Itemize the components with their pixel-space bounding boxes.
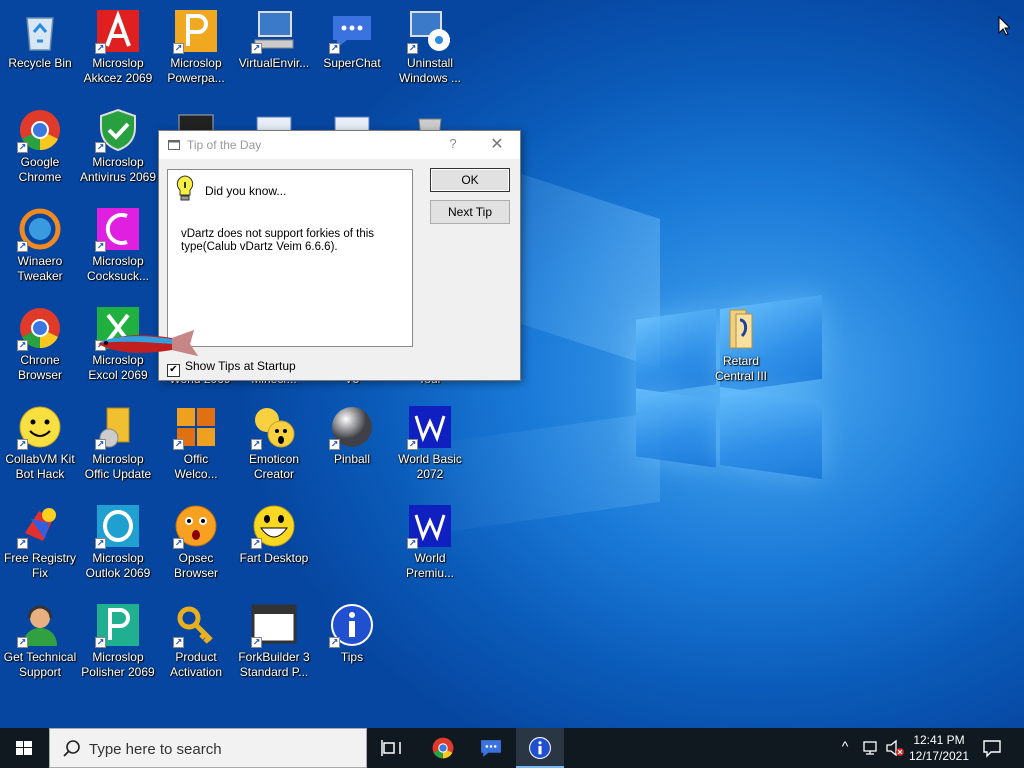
desktop-icon-virtualenvir[interactable]: ↗ VirtualEnvir... <box>234 4 314 102</box>
search-placeholder: Type here to search <box>89 741 222 758</box>
taskbar-superchat[interactable] <box>467 728 515 768</box>
mouse-cursor-icon <box>998 16 1010 36</box>
desktop-icon-uninstall[interactable]: ↗ Uninstall Windows ... <box>390 4 470 102</box>
desktop-icon-emoticon-creator[interactable]: ↗ Emoticon Creator <box>234 400 314 498</box>
grin-icon: ↗ <box>251 503 297 549</box>
close-button[interactable]: ✕ <box>486 134 508 156</box>
windows-start-icon <box>16 741 32 755</box>
tray-overflow-chevron[interactable]: ^ <box>836 738 854 754</box>
desktop-icon-opsec-browser[interactable]: ↗ Opsec Browser <box>156 499 236 597</box>
desktop-icon-recycle-bin[interactable]: Recycle Bin <box>0 4 80 102</box>
desktop-icon-google-chrome[interactable]: ↗ Google Chrome <box>0 103 80 201</box>
desktop-icon-pinball[interactable]: ↗ Pinball <box>312 400 392 498</box>
winaero-icon: ↗ <box>17 206 63 252</box>
desktop-icon-offic-welcome[interactable]: ↗ Offic Welco... <box>156 400 236 498</box>
tip-text: vDartz does not support forkies of this … <box>181 228 375 253</box>
clock-date: 12/17/2021 <box>908 749 970 763</box>
show-tips-label: Show Tips at Startup <box>185 359 296 373</box>
uninstall-icon: ↗ <box>407 8 453 54</box>
desktop-icon-product-activation[interactable]: ↗ Product Activation <box>156 598 236 696</box>
outlook-icon: ↗ <box>95 503 141 549</box>
notifications-icon[interactable] <box>982 738 1002 758</box>
info-icon <box>529 737 551 759</box>
desktop-icon-tech-support[interactable]: ↗ Get Technical Support <box>0 598 80 696</box>
next-tip-button[interactable]: Next Tip <box>430 200 510 224</box>
chat-icon <box>481 740 501 757</box>
desktop-icon-world-basic[interactable]: ↗ World Basic 2072 <box>390 400 470 498</box>
key-icon: ↗ <box>173 602 219 648</box>
smiley-icon: ↗ <box>17 404 63 450</box>
tip-panel: Did you know... vDartz does not support … <box>167 169 413 347</box>
computer-icon: ↗ <box>251 8 297 54</box>
opsec-icon: ↗ <box>173 503 219 549</box>
publisher-icon: ↗ <box>95 602 141 648</box>
did-you-know-heading: Did you know... <box>205 184 287 198</box>
start-button[interactable] <box>0 728 48 768</box>
search-icon <box>63 740 80 757</box>
task-view-button[interactable] <box>368 728 416 768</box>
task-view-icon <box>381 740 401 756</box>
word-icon: ↗ <box>407 503 453 549</box>
desktop-icon-superchat[interactable]: ↗ SuperChat <box>312 4 392 102</box>
help-button[interactable]: ? <box>445 136 461 152</box>
office-icon: ↗ <box>173 404 219 450</box>
support-icon: ↗ <box>17 602 63 648</box>
desktop-icon-retard-central[interactable]: Retard Central III <box>701 302 781 400</box>
desktop-icon-office-update[interactable]: ↗ Microslop Offic Update <box>78 400 158 498</box>
show-tips-checkbox[interactable]: ✔ Show Tips at Startup <box>167 359 296 377</box>
desktop-icon-access[interactable]: ↗ Microslop Akkcez 2069 <box>78 4 158 102</box>
recycle-bin-icon <box>17 8 63 54</box>
info-icon: ↗ <box>329 602 375 648</box>
fish-icon <box>98 330 198 356</box>
pinball-icon: ↗ <box>329 404 375 450</box>
office-update-icon: ↗ <box>95 404 141 450</box>
desktop-icon-polisher[interactable]: ↗ Microslop Polisher 2069 <box>78 598 158 696</box>
desktop-icon-powerpoint[interactable]: ↗ Microslop Powerpa... <box>156 4 236 102</box>
desktop-icon-antivirus[interactable]: ↗ Microslop Antivirus 2069 <box>78 103 158 201</box>
taskbar-tips-active[interactable] <box>516 728 564 768</box>
search-box[interactable]: Type here to search <box>49 728 367 768</box>
chrome-icon <box>432 737 454 759</box>
desktop-icon-winaero[interactable]: ↗ Winaero Tweaker <box>0 202 80 300</box>
tip-of-the-day-dialog[interactable]: Tip of the Day ? ✕ Did you know... vDart… <box>158 130 521 381</box>
pink-app-icon: ↗ <box>95 206 141 252</box>
desktop-icon-world-premium[interactable]: ↗ World Premiu... <box>390 499 470 597</box>
desktop-icon-chrone[interactable]: ↗ Chrone Browser <box>0 301 80 399</box>
desktop[interactable]: World 2069 Minecr... V3 Tour Recycle Bin… <box>0 0 1024 728</box>
window-icon: ↗ <box>251 602 297 648</box>
window-app-icon <box>168 140 180 150</box>
chrome-icon: ↗ <box>17 305 63 351</box>
checkbox-checked-icon[interactable]: ✔ <box>167 364 180 377</box>
desktop-icon-tips[interactable]: ↗ Tips <box>312 598 392 696</box>
taskbar: Type here to search ^ 12:41 PM 12/17/202… <box>0 728 1024 768</box>
lightbulb-icon <box>176 175 194 201</box>
desktop-icon-outlook[interactable]: ↗ Microslop Outlok 2069 <box>78 499 158 597</box>
ok-button[interactable]: OK <box>430 168 510 192</box>
folder-icon <box>718 306 764 352</box>
desktop-icon-forkbuilder[interactable]: ↗ ForkBuilder 3 Standard P... <box>234 598 314 696</box>
dialog-title: Tip of the Day <box>187 138 262 152</box>
dialog-titlebar[interactable]: Tip of the Day ? ✕ <box>159 131 520 159</box>
desktop-icon-pink-app[interactable]: ↗ Microslop Cocksuck... <box>78 202 158 300</box>
registry-icon: ↗ <box>17 503 63 549</box>
access-icon: ↗ <box>95 8 141 54</box>
antivirus-icon: ↗ <box>95 107 141 153</box>
chrome-icon: ↗ <box>17 107 63 153</box>
desktop-icon-fart-desktop[interactable]: ↗ Fart Desktop <box>234 499 314 597</box>
network-icon[interactable] <box>862 739 880 757</box>
desktop-icon-collabvm[interactable]: ↗ CollabVM Kit Bot Hack <box>0 400 80 498</box>
chat-icon: ↗ <box>329 8 375 54</box>
volume-muted-icon[interactable] <box>885 739 905 757</box>
clock-time: 12:41 PM <box>913 733 965 747</box>
powerpoint-icon: ↗ <box>173 8 219 54</box>
clock[interactable]: 12:41 PM 12/17/2021 <box>906 732 972 764</box>
desktop-icon-free-registry[interactable]: ↗ Free Registry Fix <box>0 499 80 597</box>
emoticon-icon: ↗ <box>251 404 297 450</box>
word-icon: ↗ <box>407 404 453 450</box>
taskbar-chrome[interactable] <box>419 728 467 768</box>
